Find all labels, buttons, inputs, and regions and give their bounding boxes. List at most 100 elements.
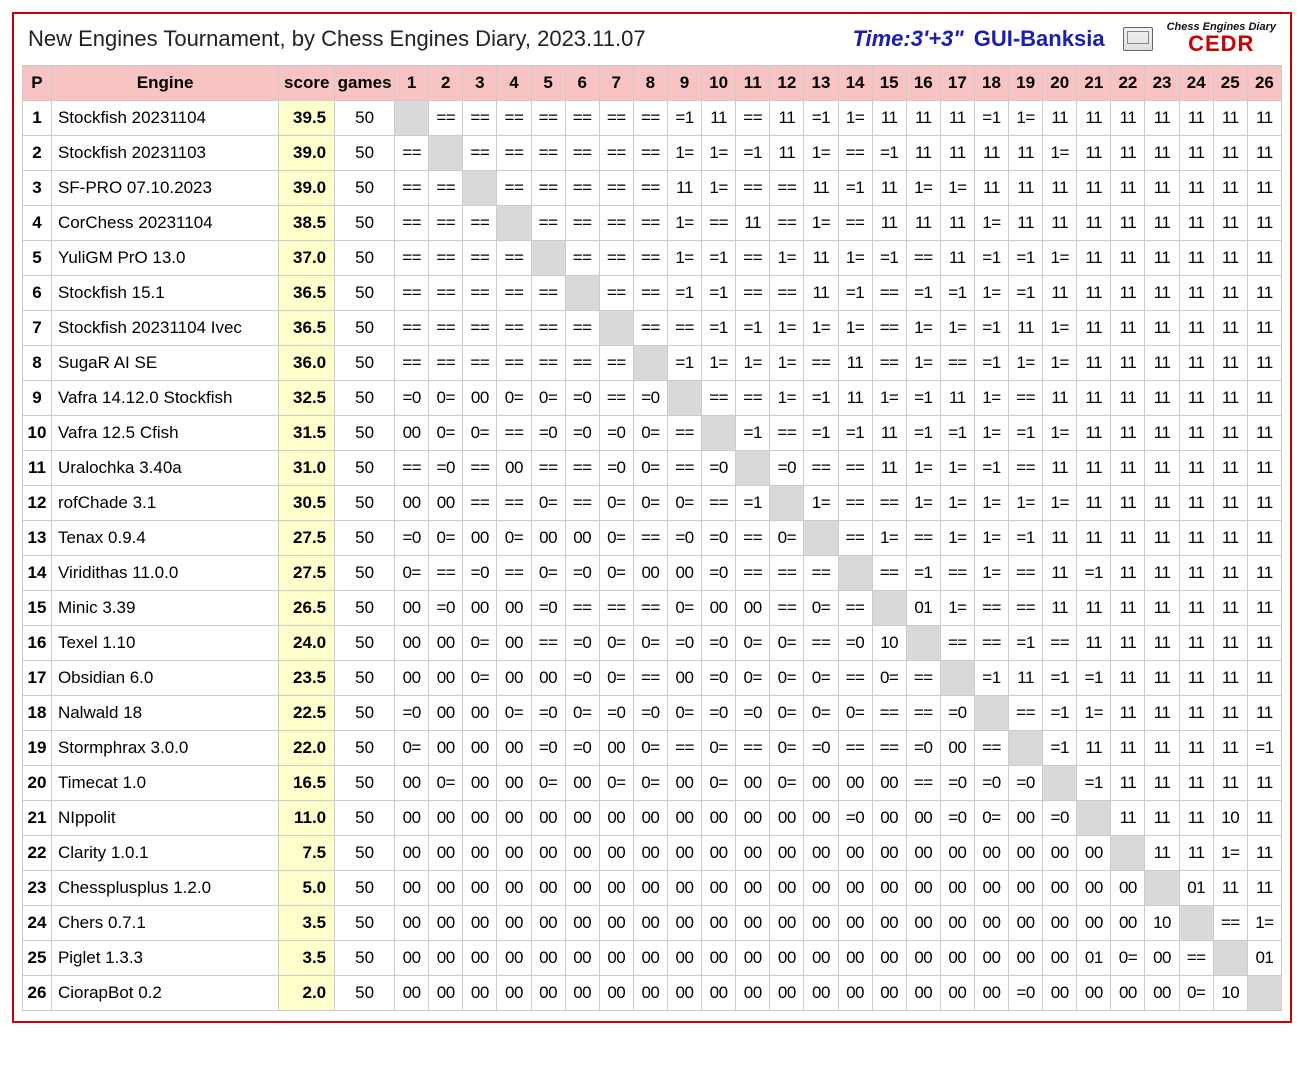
cell-result: 11 bbox=[1145, 591, 1179, 626]
cell-result: 00 bbox=[1145, 941, 1179, 976]
col-round-22: 22 bbox=[1111, 66, 1145, 101]
cell-result: 11 bbox=[1111, 591, 1145, 626]
cell-result: == bbox=[736, 171, 770, 206]
cell-result: == bbox=[906, 661, 940, 696]
cell-result: == bbox=[770, 416, 804, 451]
cell-result: 0= bbox=[531, 766, 565, 801]
cell-result: == bbox=[770, 171, 804, 206]
col-round-10: 10 bbox=[702, 66, 736, 101]
cell-result: 11 bbox=[1043, 276, 1077, 311]
cell-games: 50 bbox=[335, 416, 395, 451]
cell-result: 00 bbox=[736, 766, 770, 801]
cell-result: 1= bbox=[1043, 241, 1077, 276]
cell-result: 00 bbox=[395, 871, 429, 906]
cell-result: 11 bbox=[1043, 556, 1077, 591]
cell-result: 11 bbox=[1077, 346, 1111, 381]
cell-result: 00 bbox=[804, 871, 838, 906]
cell-result: == bbox=[940, 346, 974, 381]
cell-result: 00 bbox=[565, 801, 599, 836]
cell-result: =0 bbox=[838, 626, 872, 661]
cell-result: == bbox=[531, 136, 565, 171]
cell-result: 11 bbox=[1179, 766, 1213, 801]
cell-result: 00 bbox=[463, 801, 497, 836]
cell-result: 11 bbox=[1145, 836, 1179, 871]
cell-result: 1= bbox=[974, 556, 1008, 591]
cell-result: 11 bbox=[1077, 311, 1111, 346]
cell-engine: Vafra 14.12.0 Stockfish bbox=[51, 381, 278, 416]
cell-result: 0= bbox=[395, 556, 429, 591]
cell-result: 11 bbox=[1213, 731, 1247, 766]
cell-result: =0 bbox=[906, 731, 940, 766]
cell-result: 11 bbox=[1247, 416, 1281, 451]
cell-result: 0= bbox=[497, 521, 531, 556]
cell-result: == bbox=[497, 101, 531, 136]
cell-result: 01 bbox=[1179, 871, 1213, 906]
cell-result: 11 bbox=[1077, 591, 1111, 626]
cell-result: == bbox=[531, 451, 565, 486]
cell-result: 00 bbox=[667, 836, 701, 871]
crosstable: PEnginescoregames12345678910111213141516… bbox=[22, 65, 1282, 1011]
cell-result: == bbox=[463, 101, 497, 136]
cell-result: 00 bbox=[770, 906, 804, 941]
cell-result: 11 bbox=[1247, 311, 1281, 346]
cell-result: 11 bbox=[1145, 241, 1179, 276]
cell-result: 11 bbox=[1145, 206, 1179, 241]
cell-result: 11 bbox=[974, 136, 1008, 171]
cell-result: 1= bbox=[667, 136, 701, 171]
cell-result: == bbox=[633, 521, 667, 556]
cell-result: 00 bbox=[736, 836, 770, 871]
cell-result: 11 bbox=[1213, 626, 1247, 661]
table-row: 8SugaR AI SE36.050===============11=1=1=… bbox=[23, 346, 1282, 381]
cell-result: 1= bbox=[770, 346, 804, 381]
cell-result: 11 bbox=[1145, 451, 1179, 486]
cell-result: 11 bbox=[1145, 626, 1179, 661]
cell-result: 11 bbox=[1043, 171, 1077, 206]
cell-result: == bbox=[395, 136, 429, 171]
cell-result: =0 bbox=[1009, 766, 1043, 801]
cell-result: 00 bbox=[599, 871, 633, 906]
cell-result: =0 bbox=[770, 451, 804, 486]
cell-result: == bbox=[736, 556, 770, 591]
cell-result: 0= bbox=[804, 696, 838, 731]
cell-result: 11 bbox=[1111, 731, 1145, 766]
cell-result: 1= bbox=[1009, 486, 1043, 521]
cell-result: 11 bbox=[1077, 241, 1111, 276]
table-row: 10Vafra 12.5 Cfish31.550000=0====0=0=00=… bbox=[23, 416, 1282, 451]
cell-result: 10 bbox=[1213, 976, 1247, 1011]
cell-result: 11 bbox=[940, 136, 974, 171]
cell-result: =1 bbox=[1043, 696, 1077, 731]
cell-result: =1 bbox=[872, 241, 906, 276]
cell-result: 00 bbox=[565, 871, 599, 906]
cell-result: 00 bbox=[599, 976, 633, 1011]
cell-result: 00 bbox=[1043, 906, 1077, 941]
cell-result: == bbox=[599, 101, 633, 136]
cell-result: 11 bbox=[940, 101, 974, 136]
cell-result: == bbox=[565, 101, 599, 136]
cell-result: 11 bbox=[1179, 451, 1213, 486]
cell-score: 3.5 bbox=[279, 941, 335, 976]
cell-result: 00 bbox=[463, 836, 497, 871]
cell-result: =0 bbox=[531, 731, 565, 766]
cell-result: == bbox=[429, 311, 463, 346]
cell-pos: 26 bbox=[23, 976, 52, 1011]
cell-result: 00 bbox=[599, 836, 633, 871]
cell-result: =1 bbox=[1009, 241, 1043, 276]
cell-result: =1 bbox=[1043, 661, 1077, 696]
cell-result bbox=[770, 486, 804, 521]
cell-result: == bbox=[463, 486, 497, 521]
cell-result: 1= bbox=[872, 381, 906, 416]
col-round-4: 4 bbox=[497, 66, 531, 101]
cell-result: 11 bbox=[1247, 696, 1281, 731]
cell-result: 0= bbox=[633, 416, 667, 451]
cell-result: == bbox=[395, 451, 429, 486]
time-control: Time:3'+3" bbox=[852, 26, 963, 52]
cell-result: == bbox=[565, 451, 599, 486]
cell-score: 2.0 bbox=[279, 976, 335, 1011]
cell-result: 00 bbox=[736, 871, 770, 906]
cell-engine: SugaR AI SE bbox=[51, 346, 278, 381]
col-round-2: 2 bbox=[429, 66, 463, 101]
table-row: 13Tenax 0.9.427.550=00=000=00000====0=0=… bbox=[23, 521, 1282, 556]
cell-result: == bbox=[429, 556, 463, 591]
cell-result: == bbox=[633, 661, 667, 696]
cell-games: 50 bbox=[335, 381, 395, 416]
